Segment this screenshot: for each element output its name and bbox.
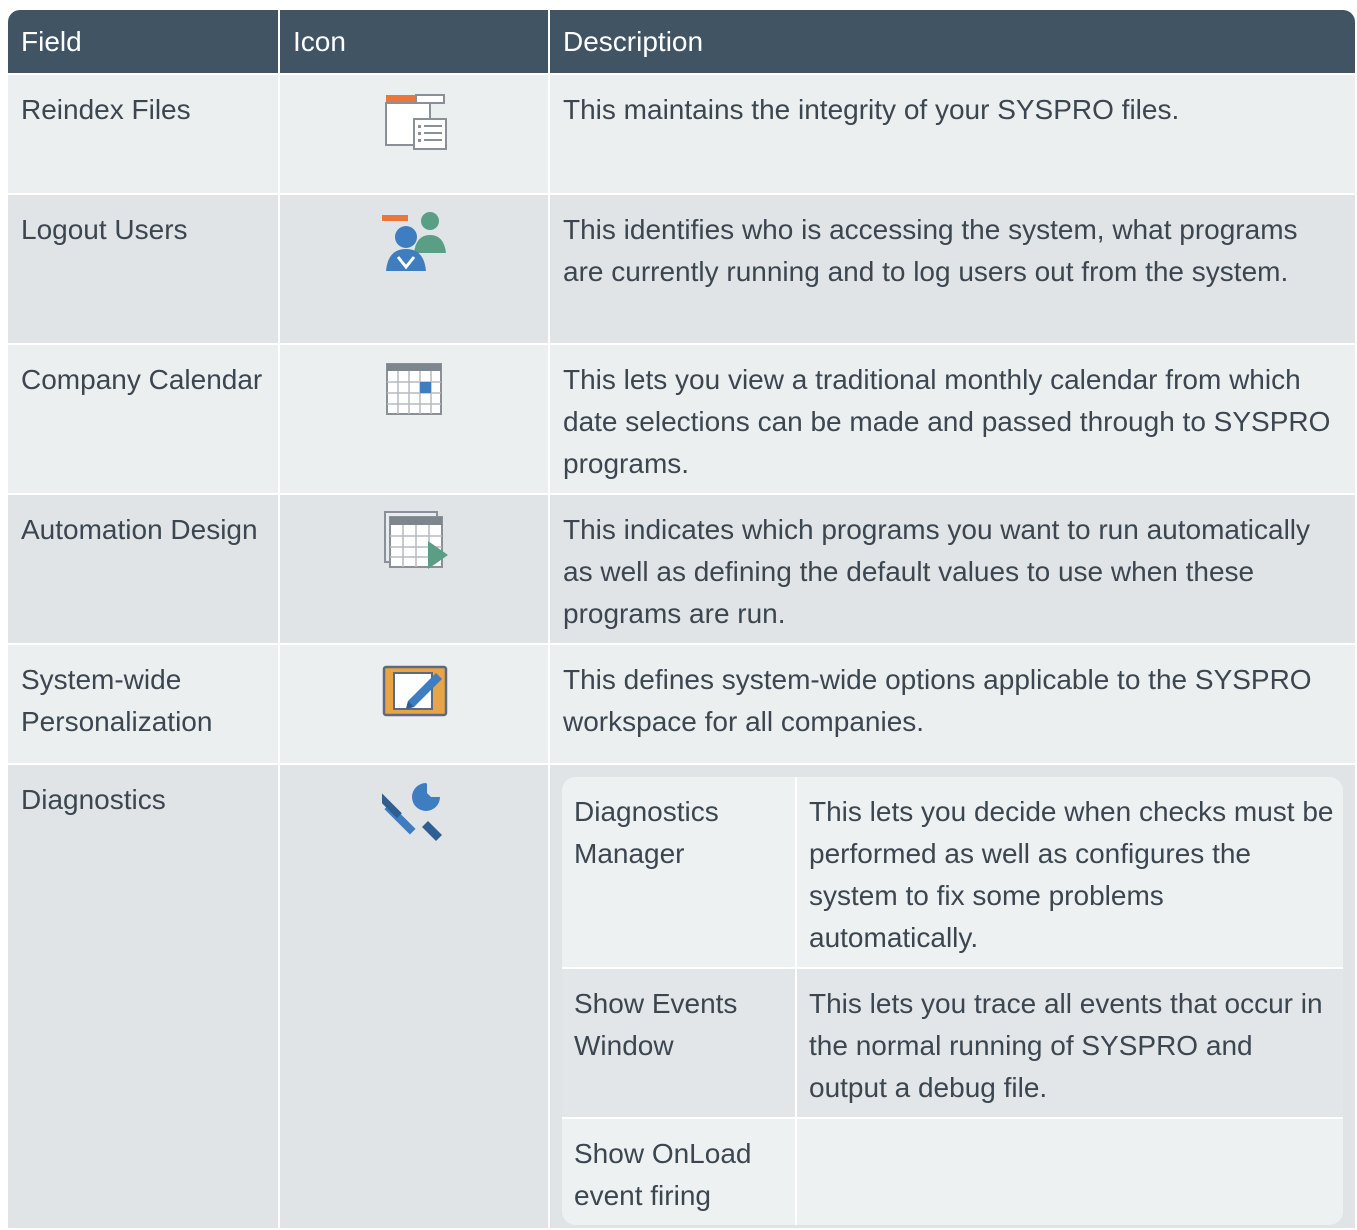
field-cell: Company Calendar	[21, 364, 263, 395]
header-field: Field	[21, 26, 82, 57]
description-cell: This indicates which programs you want t…	[548, 495, 1355, 643]
subtable-description: This lets you decide when checks must be…	[795, 777, 1343, 971]
table-row: Diagnostics Diagnostics Manager This let…	[8, 763, 1355, 1228]
icon-cell	[278, 75, 548, 193]
description-cell: This identifies who is accessing the sys…	[548, 195, 1355, 343]
description-cell: This maintains the integrity of your SYS…	[548, 75, 1355, 193]
field-cell: Automation Design	[21, 514, 258, 545]
field-cell: Reindex Files	[21, 94, 191, 125]
logout-users-icon	[382, 209, 448, 271]
subtable-name: Show OnLoad event firing	[574, 1138, 752, 1211]
table-row: System-wide Personalization This defines…	[8, 643, 1355, 763]
description-cell: This lets you view a traditional monthly…	[548, 345, 1355, 493]
header-description: Description	[548, 10, 1355, 73]
field-cell: Diagnostics	[21, 784, 166, 815]
table-row: Reindex Files This maintains the integri…	[8, 73, 1355, 193]
reindex-files-icon	[384, 91, 448, 153]
table-header: Field Icon Description	[8, 10, 1355, 73]
table-row: Logout Users This identifies who is acce…	[8, 193, 1355, 343]
icon-cell	[278, 645, 548, 763]
subtable-description	[795, 1119, 1343, 1225]
subtable-name: Diagnostics Manager	[574, 796, 719, 869]
maintenance-table: Field Icon Description Reindex Files Thi…	[8, 10, 1355, 1228]
subtable-row: Show OnLoad event firing	[562, 1117, 1343, 1225]
description-cell: This defines system-wide options applica…	[548, 645, 1355, 763]
personalization-icon	[382, 663, 448, 719]
icon-cell	[278, 765, 548, 1228]
diagnostics-subtable: Diagnostics Manager This lets you decide…	[562, 777, 1343, 1225]
subtable-description: This lets you trace all events that occu…	[795, 969, 1343, 1121]
table-row: Automation Design This indicates which p…	[8, 493, 1355, 643]
icon-cell	[278, 195, 548, 343]
tools-icon	[382, 779, 446, 843]
subtable-row: Show Events Window This lets you trace a…	[562, 967, 1343, 1121]
field-cell: System-wide Personalization	[21, 664, 213, 737]
subtable-name: Show Events Window	[574, 988, 738, 1061]
field-cell: Logout Users	[21, 214, 188, 245]
table-row: Company Calendar This lets you view a tr…	[8, 343, 1355, 493]
icon-cell	[278, 345, 548, 493]
automation-design-icon	[384, 511, 448, 571]
subtable-row: Diagnostics Manager This lets you decide…	[562, 777, 1343, 971]
calendar-icon	[386, 363, 442, 415]
icon-cell	[278, 495, 548, 643]
diagnostics-cell: Diagnostics Manager This lets you decide…	[548, 765, 1355, 1228]
header-icon: Icon	[278, 10, 548, 73]
